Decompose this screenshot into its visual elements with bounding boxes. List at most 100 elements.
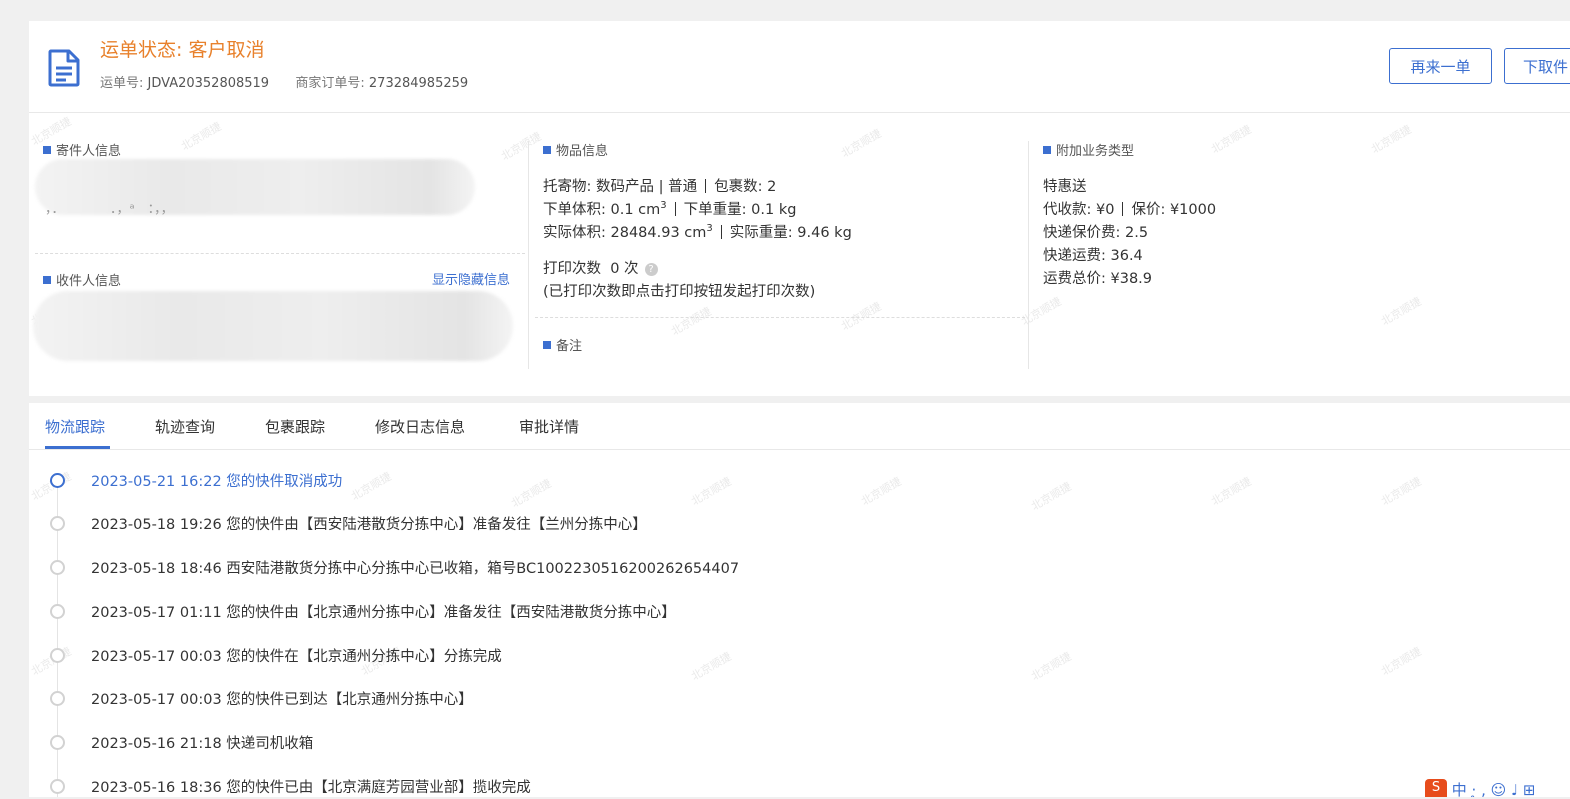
cod-label: 代收款:	[1043, 202, 1092, 218]
help-icon[interactable]: ?	[644, 263, 658, 276]
tab-route-query[interactable]: 轨迹查询	[155, 416, 215, 437]
tab-logistics-tracking[interactable]: 物流跟踪	[45, 416, 105, 437]
show-hidden-info-link[interactable]: 显示隐藏信息	[432, 269, 510, 288]
freight-value: 36.4	[1110, 248, 1143, 264]
actual-volume-row: 实际体积: 28484.93 cm3 实际重量: 9.46 kg	[543, 221, 852, 242]
timeline-entry: 2023-05-17 00:03 您的快件在【北京通州分拣中心】分拣完成	[91, 649, 502, 665]
sender-line-fragment: ，． ．，ᵃ ：，，	[45, 202, 174, 217]
print-count-row: 打印次数 0 次?	[543, 257, 658, 278]
timeline-dot-icon	[50, 604, 65, 619]
timeline-dot-icon	[50, 779, 65, 794]
watermark-text: 北京顺捷	[838, 126, 884, 161]
timeline-item: 2023-05-18 19:26 您的快件由【西安陆港散货分拣中心】准备发往【兰…	[29, 512, 1529, 536]
reorder-button[interactable]: 再来一单	[1389, 48, 1492, 84]
actual-volume-value: 28484.93 cm	[610, 225, 707, 241]
column-divider	[528, 141, 529, 369]
order-numbers: 运单号: JDVA20352808519 商家订单号: 273284985259	[100, 72, 468, 91]
tab-package-tracking[interactable]: 包裹跟踪	[265, 416, 325, 437]
timeline-entry: 2023-05-16 18:36 您的快件已由【北京满庭芳园营业部】揽收完成	[91, 780, 531, 796]
watermark-text: 北京顺捷	[1208, 122, 1254, 157]
timeline-entry: 2023-05-17 01:11 您的快件由【北京通州分拣中心】准备发往【西安陆…	[91, 605, 676, 621]
timeline-dot-icon	[50, 560, 65, 575]
timeline-entry: 2023-05-21 16:22 您的快件取消成功	[91, 474, 343, 490]
timeline-dot-icon	[50, 735, 65, 750]
freight-row: 快递运费: 36.4	[1043, 244, 1143, 265]
tab-approval-details[interactable]: 审批详情	[519, 416, 579, 437]
cod-insured-row: 代收款: ¥0 保价: ¥1000	[1043, 198, 1216, 219]
cubic-superscript: 3	[706, 223, 713, 235]
order-volume-label: 下单体积:	[543, 202, 606, 218]
waybill-number: JDVA20352808519	[147, 76, 270, 91]
document-icon	[48, 49, 80, 87]
active-tab-indicator	[45, 446, 110, 449]
timeline-dot-icon	[50, 473, 65, 488]
watermark-text: 北京顺捷	[1378, 294, 1424, 329]
insured-value: ¥1000	[1169, 202, 1217, 218]
goods-info-title: 物品信息	[543, 140, 608, 159]
print-count-value: 0 次	[610, 261, 639, 277]
timeline-item: 2023-05-16 18:36 您的快件已由【北京满庭芳园营业部】揽收完成	[29, 775, 1529, 799]
divider	[35, 253, 525, 254]
extra-service-title: 附加业务类型	[1043, 140, 1134, 159]
divider	[535, 317, 1025, 318]
waybill-info-panel: 北京顺捷 北京顺捷 北京顺捷 北京顺捷 北京顺捷 北京顺捷 北京顺捷 北京顺捷 …	[29, 113, 1570, 396]
receiver-info-title: 收件人信息	[43, 270, 121, 289]
timeline-item: 2023-05-17 01:11 您的快件由【北京通州分拣中心】准备发往【西安陆…	[29, 600, 1529, 624]
remark-title: 备注	[543, 335, 582, 354]
actual-weight-value: 9.46 kg	[797, 225, 852, 241]
print-note: (已打印次数即点击打印按钮发起打印次数)	[543, 284, 816, 300]
sender-info-title: 寄件人信息	[43, 140, 121, 159]
packages-label: 包裹数:	[714, 179, 763, 195]
sogou-logo-icon: S	[1425, 779, 1447, 797]
timeline-entry: 2023-05-17 00:03 您的快件已到达【北京通州分拣中心】	[91, 692, 473, 708]
actual-weight-label: 实际重量:	[729, 225, 793, 241]
watermark-text: 北京顺捷	[668, 304, 714, 339]
order-weight-label: 下单重量:	[683, 202, 747, 218]
total-label: 运费总价:	[1043, 271, 1106, 287]
receiver-redacted	[33, 291, 513, 361]
tab-bar: 物流跟踪 轨迹查询 包裹跟踪 修改日志信息 审批详情	[29, 403, 1570, 450]
insure-fee-label: 快递保价费:	[1043, 225, 1121, 241]
insured-label: 保价:	[1131, 202, 1166, 218]
merchant-order-number: 273284985259	[368, 76, 469, 91]
timeline-entry: 2023-05-16 21:18 快递司机收箱	[91, 736, 314, 752]
order-volume-row: 下单体积: 0.1 cm3 下单重量: 0.1 kg	[543, 198, 796, 219]
total-row: 运费总价: ¥38.9	[1043, 267, 1152, 288]
ime-toolbar-glyphs: 中 ·̥ , ☺ ♩ ⊞	[1451, 781, 1536, 797]
cargo-row: 托寄物: 数码产品 | 普通 包裹数: 2	[543, 175, 776, 196]
waybill-label: 运单号:	[100, 76, 144, 91]
tab-change-log[interactable]: 修改日志信息	[375, 416, 465, 437]
ime-toolbar[interactable]: S 中 ·̥ , ☺ ♩ ⊞	[1425, 779, 1570, 797]
tracking-section: 北京顺捷 北京顺捷 北京顺捷 北京顺捷 北京顺捷 北京顺捷 北京顺捷 北京顺捷 …	[29, 403, 1570, 797]
cargo-label: 托寄物:	[543, 179, 592, 195]
watermark-text: 北京顺捷	[1368, 122, 1414, 157]
timeline-item: 2023-05-21 16:22 您的快件取消成功	[29, 469, 1529, 493]
insure-fee-value: 2.5	[1125, 225, 1149, 241]
timeline-dot-icon	[50, 691, 65, 706]
cubic-superscript: 3	[660, 200, 667, 212]
timeline-dot-icon	[50, 516, 65, 531]
column-divider	[1028, 141, 1029, 369]
pickup-button[interactable]: 下取件	[1504, 48, 1570, 84]
timeline-item: 2023-05-17 00:03 您的快件已到达【北京通州分拣中心】	[29, 687, 1529, 711]
insure-fee-row: 快递保价费: 2.5	[1043, 221, 1148, 242]
cargo-value: 数码产品 | 普通	[596, 179, 698, 195]
order-volume-value: 0.1 cm	[610, 202, 661, 218]
waybill-header: 运单状态: 客户取消 运单号: JDVA20352808519 商家订单号: 2…	[29, 21, 1570, 113]
watermark-text: 北京顺捷	[1018, 294, 1064, 329]
print-count-label: 打印次数	[543, 261, 601, 277]
order-weight-value: 0.1 kg	[751, 202, 797, 218]
watermark-text: 北京顺捷	[178, 119, 224, 154]
timeline-item: 2023-05-18 18:46 西安陆港散货分拣中心分拣中心已收箱，箱号BC1…	[29, 556, 1529, 580]
cod-value: ¥0	[1096, 202, 1115, 218]
timeline-item: 2023-05-17 00:03 您的快件在【北京通州分拣中心】分拣完成	[29, 644, 1529, 668]
packages-value: 2	[767, 179, 777, 195]
merchant-order-label: 商家订单号:	[295, 76, 365, 91]
total-value: ¥38.9	[1110, 271, 1153, 287]
freight-label: 快递运费:	[1043, 248, 1106, 264]
watermark-text: 北京顺捷	[838, 299, 884, 334]
actual-volume-label: 实际体积:	[543, 225, 606, 241]
timeline-entry: 2023-05-18 18:46 西安陆港散货分拣中心分拣中心已收箱，箱号BC1…	[91, 561, 740, 577]
watermark-text: 北京顺捷	[498, 129, 544, 164]
timeline-entry: 2023-05-18 19:26 您的快件由【西安陆港散货分拣中心】准备发往【兰…	[91, 517, 647, 533]
